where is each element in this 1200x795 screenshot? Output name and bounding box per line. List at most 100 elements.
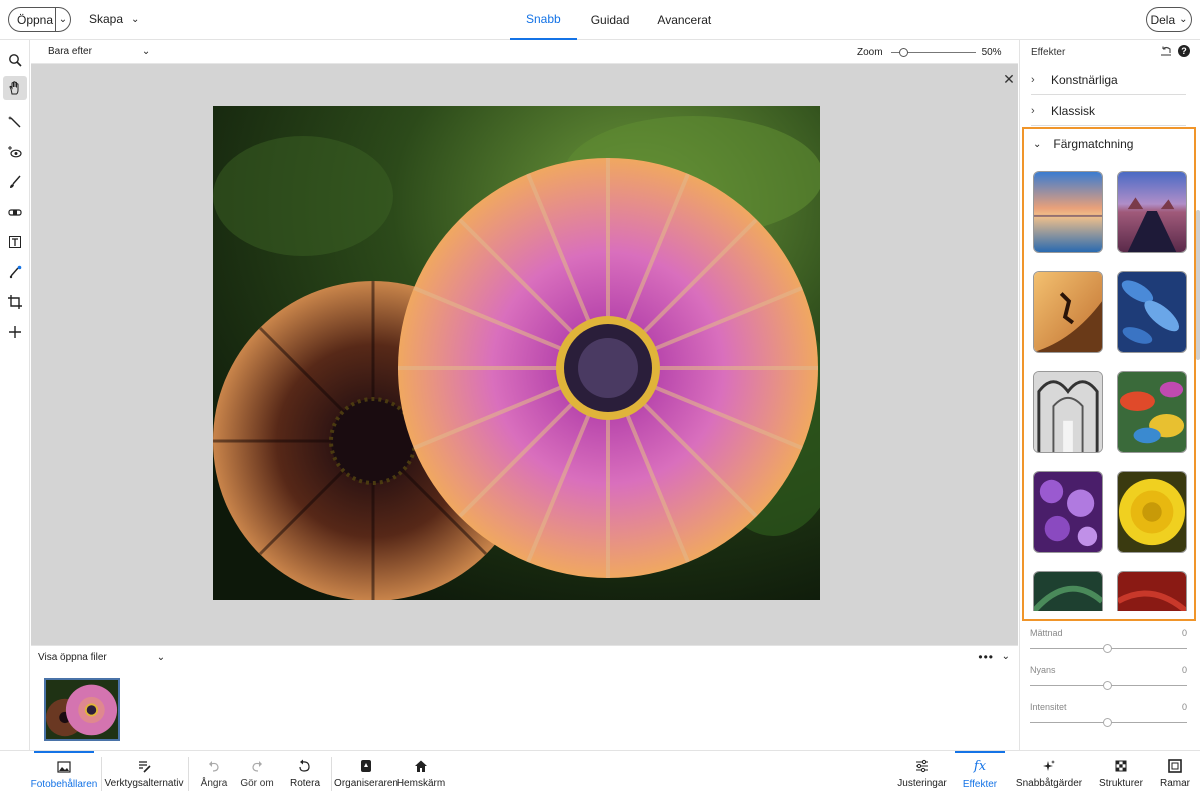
photo-bin-icon [57, 760, 71, 773]
color-match-section: ⌄ Färgmatchning [1022, 127, 1196, 621]
category-color-match[interactable]: ⌄ Färgmatchning [1033, 137, 1133, 151]
tab-guided[interactable]: Guidad [577, 0, 644, 40]
chevron-down-icon[interactable]: ⌄ [131, 14, 139, 25]
zoom-slider[interactable] [890, 48, 976, 57]
move-tool[interactable] [3, 320, 27, 344]
photo-bin-button[interactable]: Fotobehållaren [31, 751, 97, 795]
tab-expert[interactable]: Avancerat [643, 0, 725, 40]
organizer-button[interactable]: Organiseraren [334, 751, 398, 795]
view-select-value[interactable]: Bara efter [48, 46, 92, 57]
canvas-area[interactable]: ✕ [31, 64, 1018, 645]
zoom-control: Zoom 50% [857, 47, 1002, 58]
preset-bw-arches[interactable] [1033, 371, 1103, 453]
spot-healing-tool[interactable] [3, 200, 27, 224]
preset-colorful-paint[interactable] [1117, 371, 1187, 453]
file-thumbnail[interactable] [44, 678, 120, 741]
slider-knob[interactable] [1103, 718, 1112, 727]
tool-options-icon [139, 760, 151, 773]
chevron-down-icon[interactable]: ⌄ [142, 46, 150, 57]
preset-skater[interactable] [1033, 271, 1103, 353]
panel-header-icons: ? [1160, 45, 1190, 57]
tools-panel [0, 40, 30, 750]
rotate-button[interactable]: Rotera [288, 751, 322, 795]
bottom-label: Snabbåtgärder [1015, 777, 1083, 789]
panel-scrollbar[interactable] [1196, 210, 1200, 360]
textures-button[interactable]: Strukturer [1098, 751, 1144, 795]
quick-selection-tool[interactable] [3, 110, 27, 134]
category-classic[interactable]: › Klassisk [1031, 96, 1186, 126]
smart-brush-tool[interactable] [3, 260, 27, 284]
preset-desert-road[interactable] [1117, 171, 1187, 253]
tab-quick[interactable]: Snabb [510, 0, 577, 40]
whiten-teeth-tool[interactable] [3, 170, 27, 194]
intensity-slider: Intensitet 0 [1030, 702, 1187, 727]
chevron-down-icon[interactable]: ⌄ [157, 652, 165, 663]
frames-icon [1168, 758, 1182, 773]
eye-icon [8, 146, 22, 158]
move-icon [9, 326, 21, 338]
crop-icon [8, 295, 22, 309]
crop-tool[interactable] [3, 290, 27, 314]
help-icon[interactable]: ? [1178, 45, 1190, 57]
preset-yellow-flower[interactable] [1117, 471, 1187, 553]
frames-button[interactable]: Ramar [1156, 751, 1194, 795]
red-eye-tool[interactable] [3, 140, 27, 164]
slider-track[interactable] [1030, 644, 1187, 653]
slider-knob[interactable] [1103, 644, 1112, 653]
close-icon[interactable]: ✕ [1002, 72, 1016, 86]
effects-button[interactable]: fx Effekter [955, 751, 1005, 795]
bottom-label: Effekter [962, 779, 998, 790]
more-icon[interactable]: ••• [978, 650, 994, 664]
chevron-down-icon[interactable]: ⌄ [56, 14, 70, 25]
preset-sunset-lake[interactable] [1033, 171, 1103, 253]
slider-track[interactable] [1030, 718, 1187, 727]
preset-red-fabric[interactable] [1117, 571, 1187, 611]
preset-purple-petals[interactable] [1033, 471, 1103, 553]
bottom-label: Strukturer [1099, 777, 1143, 789]
create-menu[interactable]: Skapa ⌄ [89, 12, 139, 26]
bottom-label: Verktygsalternativ [104, 777, 184, 789]
share-button[interactable]: Dela ⌄ [1146, 7, 1192, 32]
chevron-down-icon[interactable]: ⌄ [1002, 651, 1010, 662]
category-artistic[interactable]: › Konstnärliga [1031, 65, 1186, 95]
undo-icon [209, 760, 219, 772]
open-label[interactable]: Öppna [9, 13, 55, 27]
slider-label: Intensitet [1030, 702, 1067, 712]
magnifier-icon [9, 54, 22, 67]
reset-icon[interactable] [1160, 45, 1172, 57]
adjustments-button[interactable]: Justeringar [897, 751, 947, 795]
zoom-slider-knob[interactable] [898, 48, 908, 57]
type-tool[interactable] [3, 230, 27, 254]
slider-label: Nyans [1030, 665, 1056, 675]
bottom-label: Justeringar [897, 777, 947, 789]
redo-icon [252, 760, 262, 772]
share-label[interactable]: Dela [1150, 13, 1175, 27]
tool-options-button[interactable]: Verktygsalternativ [105, 751, 183, 795]
undo-button[interactable]: Ångra [196, 751, 232, 795]
home-button[interactable]: Hemskärm [397, 751, 445, 795]
view-select[interactable]: Bara efter ⌄ [48, 46, 150, 57]
slider-value: 0 [1181, 702, 1187, 712]
preset-green-leaves[interactable] [1033, 571, 1103, 611]
create-label[interactable]: Skapa [89, 12, 123, 26]
zoom-tool[interactable] [3, 48, 27, 72]
chevron-down-icon: ⌄ [1033, 138, 1042, 150]
brush-icon [10, 175, 21, 188]
quick-actions-button[interactable]: Snabbåtgärder [1015, 751, 1083, 795]
slider-track[interactable] [1030, 681, 1187, 690]
chevron-down-icon[interactable]: ⌄ [1179, 14, 1187, 25]
hue-slider: Nyans 0 [1030, 665, 1187, 690]
hand-tool[interactable] [3, 76, 27, 100]
file-strip-select[interactable]: Visa öppna filer ⌄ [38, 652, 165, 663]
bottom-label: Rotera [289, 777, 320, 789]
slider-knob[interactable] [1103, 681, 1112, 690]
zoom-label: Zoom [857, 47, 883, 58]
textures-icon [1115, 760, 1127, 771]
open-button[interactable]: Öppna ⌄ [8, 7, 71, 32]
top-bar: Öppna ⌄ Skapa ⌄ Snabb Guidad Avancerat D… [0, 0, 1200, 40]
chevron-right-icon: › [1031, 104, 1035, 117]
file-strip-label[interactable]: Visa öppna filer [38, 652, 107, 663]
preset-blue-feathers[interactable] [1117, 271, 1187, 353]
redo-button[interactable]: Gör om [238, 751, 276, 795]
photo-bin: Visa öppna filer ⌄ ••• ⌄ [31, 645, 1018, 750]
